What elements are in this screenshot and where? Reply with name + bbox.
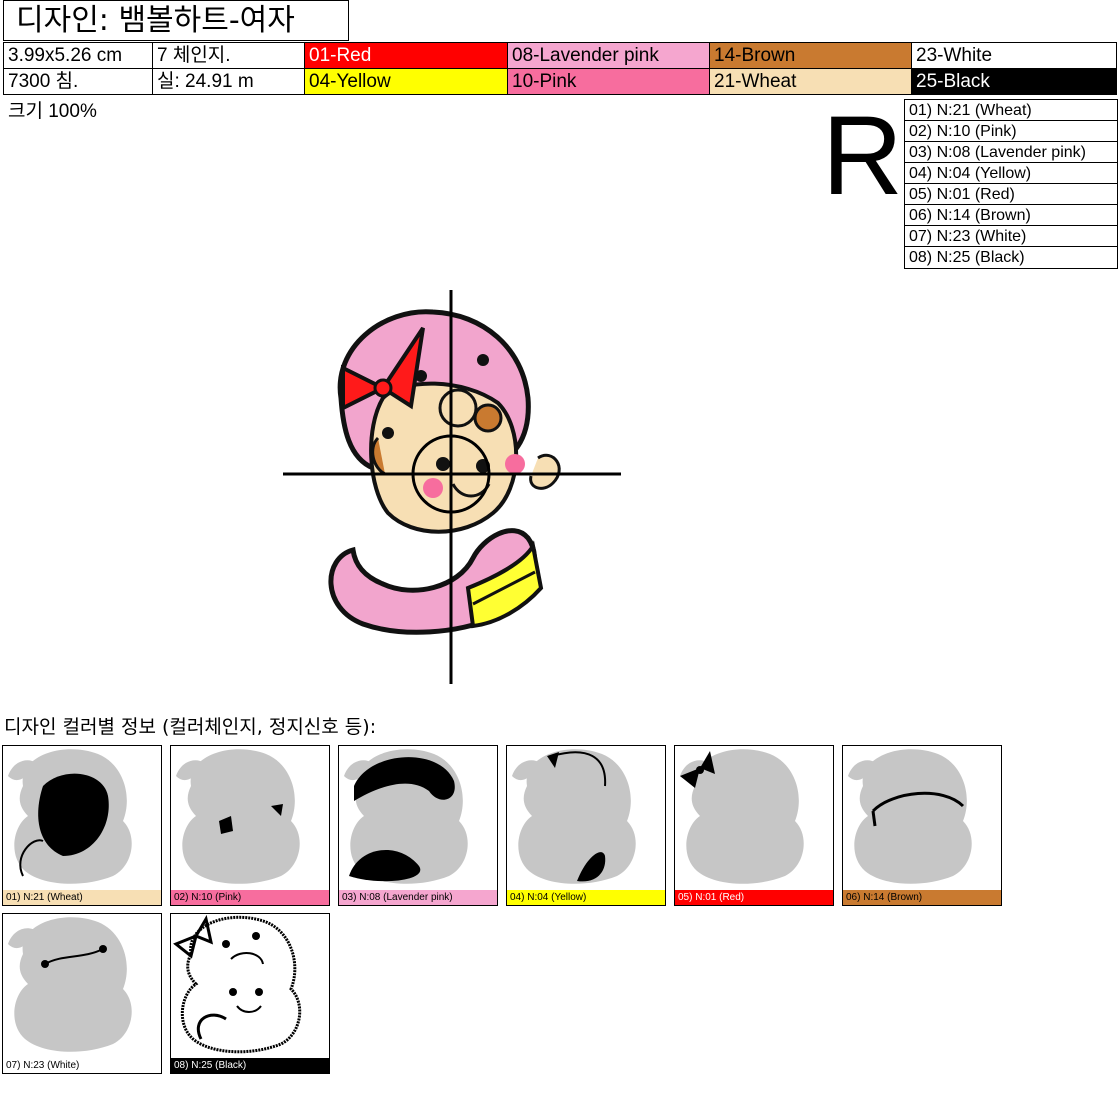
design-info-table: 3.99x5.26 cm 7 체인지. 01-Red 08-Lavender p… — [3, 42, 1117, 95]
thumbnail-image — [8, 917, 132, 1052]
sequence-item: 02) N:10 (Pink) — [905, 121, 1117, 142]
sequence-item: 07) N:23 (White) — [905, 226, 1117, 247]
thumbnail-caption: 01) N:21 (Wheat) — [3, 890, 161, 905]
thumbnail-image — [344, 749, 468, 884]
color-cell-pink: 10-Pink — [507, 68, 710, 95]
thumbnail-image — [173, 914, 302, 1054]
color-info-section-title: 디자인 컬러별 정보 (컬러체인지, 정지신호 등): — [4, 716, 377, 738]
color-cell-red: 01-Red — [304, 42, 508, 69]
color-cell-lavender-pink: 08-Lavender pink — [507, 42, 710, 69]
embroidery-design-image — [283, 290, 621, 684]
design-size: 3.99x5.26 cm — [3, 42, 153, 69]
color-thumbnail: 04) N:04 (Yellow) — [506, 745, 666, 906]
sequence-item: 01) N:21 (Wheat) — [905, 100, 1117, 121]
rotation-mark: R — [822, 93, 903, 218]
thumbnail-image — [848, 749, 972, 884]
design-preview — [283, 288, 623, 686]
color-cell-wheat: 21-Wheat — [709, 68, 912, 95]
thumbnail-caption: 04) N:04 (Yellow) — [507, 890, 665, 905]
thumbnail-caption: 06) N:14 (Brown) — [843, 890, 1001, 905]
sequence-item: 04) N:04 (Yellow) — [905, 163, 1117, 184]
sequence-item: 05) N:01 (Red) — [905, 184, 1117, 205]
stitch-count: 7300 침. — [3, 68, 153, 95]
color-cell-brown: 14-Brown — [709, 42, 912, 69]
thumbnail-image — [680, 749, 804, 884]
design-title: 디자인: 뱀볼하트-여자 — [16, 3, 295, 38]
sequence-item: 03) N:08 (Lavender pink) — [905, 142, 1117, 163]
thumbnail-caption: 05) N:01 (Red) — [675, 890, 833, 905]
color-thumbnail: 05) N:01 (Red) — [674, 745, 834, 906]
thread-length: 실: 24.91 m — [152, 68, 305, 95]
thumbnail-image — [8, 749, 132, 884]
scale-label: 크기 100% — [8, 101, 97, 122]
thumbnail-image — [512, 749, 636, 884]
thumbnail-caption: 08) N:25 (Black) — [171, 1058, 329, 1073]
color-thumbnail: 01) N:21 (Wheat) — [2, 745, 162, 906]
sequence-item: 08) N:25 (Black) — [909, 249, 1025, 266]
color-thumbnail: 02) N:10 (Pink) — [170, 745, 330, 906]
color-sequence-list: 01) N:21 (Wheat) 02) N:10 (Pink) 03) N:0… — [904, 99, 1118, 269]
color-thumbnail: 07) N:23 (White) — [2, 913, 162, 1074]
thumbnail-image — [176, 749, 300, 884]
color-thumbnail: 03) N:08 (Lavender pink) — [338, 745, 498, 906]
color-cell-black: 25-Black — [911, 68, 1117, 95]
thumbnail-caption: 03) N:08 (Lavender pink) — [339, 890, 497, 905]
sequence-item: 06) N:14 (Brown) — [905, 205, 1117, 226]
color-change-count: 7 체인지. — [152, 42, 305, 69]
color-cell-white: 23-White — [911, 42, 1117, 69]
color-thumbnail: 06) N:14 (Brown) — [842, 745, 1002, 906]
thumbnail-caption: 07) N:23 (White) — [3, 1058, 161, 1073]
thumbnail-caption: 02) N:10 (Pink) — [171, 890, 329, 905]
color-thumbnail: 08) N:25 (Black) — [170, 913, 330, 1074]
design-title-box: 디자인: 뱀볼하트-여자 — [3, 0, 349, 41]
color-cell-yellow: 04-Yellow — [304, 68, 508, 95]
